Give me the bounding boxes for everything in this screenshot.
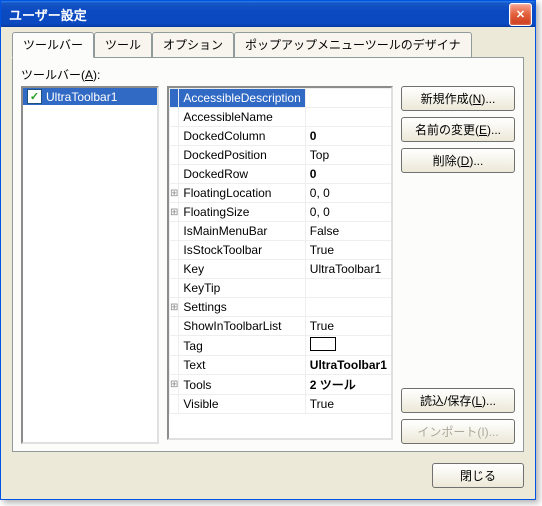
property-value[interactable]: UltraToolbar1 bbox=[305, 356, 391, 375]
expand-icon[interactable]: ⊞ bbox=[170, 375, 179, 395]
property-row[interactable]: DockedRow0 bbox=[170, 165, 392, 184]
titlebar: ユーザー設定 ✕ bbox=[1, 1, 535, 27]
property-row[interactable]: IsMainMenuBarFalse bbox=[170, 222, 392, 241]
property-value[interactable]: False bbox=[305, 222, 391, 241]
property-name: FloatingLocation bbox=[179, 184, 305, 203]
property-row[interactable]: ShowInToolbarListTrue bbox=[170, 317, 392, 336]
property-row[interactable]: ⊞Tools2 ツール bbox=[170, 375, 392, 395]
delete-button[interactable]: 削除(D)... bbox=[401, 148, 515, 173]
property-name: FloatingSize bbox=[179, 203, 305, 222]
property-row[interactable]: KeyTip bbox=[170, 279, 392, 298]
property-name: KeyTip bbox=[179, 279, 305, 298]
property-name: DockedPosition bbox=[179, 146, 305, 165]
tabstrip: ツールバーツールオプションポップアップメニューツールのデザイナ bbox=[12, 36, 524, 57]
property-name: ShowInToolbarList bbox=[179, 317, 305, 336]
expand-icon[interactable]: ⊞ bbox=[170, 184, 179, 203]
property-value[interactable]: 0, 0 bbox=[305, 184, 391, 203]
property-value[interactable]: True bbox=[305, 241, 391, 260]
property-row[interactable]: VisibleTrue bbox=[170, 395, 392, 414]
expand-spacer bbox=[170, 108, 179, 127]
property-name: AccessibleDescription bbox=[179, 89, 305, 108]
property-name: AccessibleName bbox=[179, 108, 305, 127]
property-value[interactable] bbox=[305, 89, 391, 108]
tab-0[interactable]: ツールバー bbox=[12, 32, 94, 58]
close-button[interactable]: 閉じる bbox=[432, 463, 524, 488]
property-value[interactable] bbox=[305, 108, 391, 127]
toolbar-list[interactable]: ✓ UltraToolbar1 bbox=[21, 86, 159, 444]
property-name: Visible bbox=[179, 395, 305, 414]
tab-2[interactable]: オプション bbox=[152, 32, 234, 57]
property-row[interactable]: AccessibleDescription bbox=[170, 89, 392, 108]
property-value[interactable]: Top bbox=[305, 146, 391, 165]
expand-spacer bbox=[170, 165, 179, 184]
new-button[interactable]: 新規作成(N)... bbox=[401, 86, 515, 111]
import-button: インポート(I)... bbox=[401, 419, 515, 444]
expand-spacer bbox=[170, 127, 179, 146]
expand-spacer bbox=[170, 222, 179, 241]
spacer bbox=[401, 179, 515, 382]
close-icon[interactable]: ✕ bbox=[509, 3, 532, 26]
tab-page-toolbars: ツールバー(A): ✓ UltraToolbar1 AccessibleDescr… bbox=[12, 57, 524, 452]
property-row[interactable]: IsStockToolbarTrue bbox=[170, 241, 392, 260]
expand-spacer bbox=[170, 317, 179, 336]
property-row[interactable]: ⊞FloatingLocation0, 0 bbox=[170, 184, 392, 203]
property-value[interactable]: 2 ツール bbox=[305, 375, 391, 395]
property-row[interactable]: DockedPositionTop bbox=[170, 146, 392, 165]
property-value[interactable]: UltraToolbar1 bbox=[305, 260, 391, 279]
property-name: DockedRow bbox=[179, 165, 305, 184]
tab-1[interactable]: ツール bbox=[94, 32, 152, 57]
property-row[interactable]: ⊞FloatingSize0, 0 bbox=[170, 203, 392, 222]
expand-spacer bbox=[170, 356, 179, 375]
property-row[interactable]: TextUltraToolbar1 bbox=[170, 356, 392, 375]
checkbox-icon[interactable]: ✓ bbox=[27, 89, 42, 104]
property-value[interactable] bbox=[305, 279, 391, 298]
property-value[interactable]: True bbox=[305, 317, 391, 336]
dialog-window: ユーザー設定 ✕ ツールバーツールオプションポップアップメニューツールのデザイナ… bbox=[0, 0, 536, 500]
property-row[interactable]: Tag bbox=[170, 336, 392, 356]
load-save-button[interactable]: 読込/保存(L)... bbox=[401, 388, 515, 413]
property-value[interactable] bbox=[305, 336, 391, 356]
expand-spacer bbox=[170, 146, 179, 165]
expand-spacer bbox=[170, 395, 179, 414]
layout-row: ✓ UltraToolbar1 AccessibleDescriptionAcce… bbox=[21, 86, 515, 444]
window-title: ユーザー設定 bbox=[9, 5, 509, 24]
bottom-buttons: 閉じる bbox=[432, 463, 524, 488]
expand-spacer bbox=[170, 336, 179, 356]
property-row[interactable]: ⊞Settings bbox=[170, 298, 392, 317]
property-name: Settings bbox=[179, 298, 305, 317]
tag-box-icon bbox=[310, 337, 336, 351]
client-area: ツールバーツールオプションポップアップメニューツールのデザイナ ツールバー(A)… bbox=[2, 28, 534, 498]
expand-spacer bbox=[170, 260, 179, 279]
property-value[interactable] bbox=[305, 298, 391, 317]
expand-icon[interactable]: ⊞ bbox=[170, 203, 179, 222]
rename-button[interactable]: 名前の変更(E)... bbox=[401, 117, 515, 142]
property-value[interactable]: 0, 0 bbox=[305, 203, 391, 222]
expand-icon[interactable]: ⊞ bbox=[170, 298, 179, 317]
toolbars-label: ツールバー(A): bbox=[21, 66, 515, 83]
property-row[interactable]: DockedColumn0 bbox=[170, 127, 392, 146]
property-value[interactable]: True bbox=[305, 395, 391, 414]
property-name: Key bbox=[179, 260, 305, 279]
property-name: IsStockToolbar bbox=[179, 241, 305, 260]
list-item-label: UltraToolbar1 bbox=[46, 90, 117, 104]
property-row[interactable]: KeyUltraToolbar1 bbox=[170, 260, 392, 279]
property-name: Tools bbox=[179, 375, 305, 395]
property-name: IsMainMenuBar bbox=[179, 222, 305, 241]
list-item[interactable]: ✓ UltraToolbar1 bbox=[23, 88, 157, 105]
tab-3[interactable]: ポップアップメニューツールのデザイナ bbox=[234, 32, 472, 57]
property-name: DockedColumn bbox=[179, 127, 305, 146]
expand-spacer bbox=[170, 279, 179, 298]
property-value[interactable]: 0 bbox=[305, 165, 391, 184]
button-column: 新規作成(N)... 名前の変更(E)... 削除(D)... 読込/保存(L)… bbox=[401, 86, 515, 444]
expand-spacer bbox=[170, 89, 179, 108]
property-name: Text bbox=[179, 356, 305, 375]
property-row[interactable]: AccessibleName bbox=[170, 108, 392, 127]
property-grid[interactable]: AccessibleDescriptionAccessibleNameDocke… bbox=[167, 86, 393, 440]
property-value[interactable]: 0 bbox=[305, 127, 391, 146]
expand-spacer bbox=[170, 241, 179, 260]
property-name: Tag bbox=[179, 336, 305, 356]
